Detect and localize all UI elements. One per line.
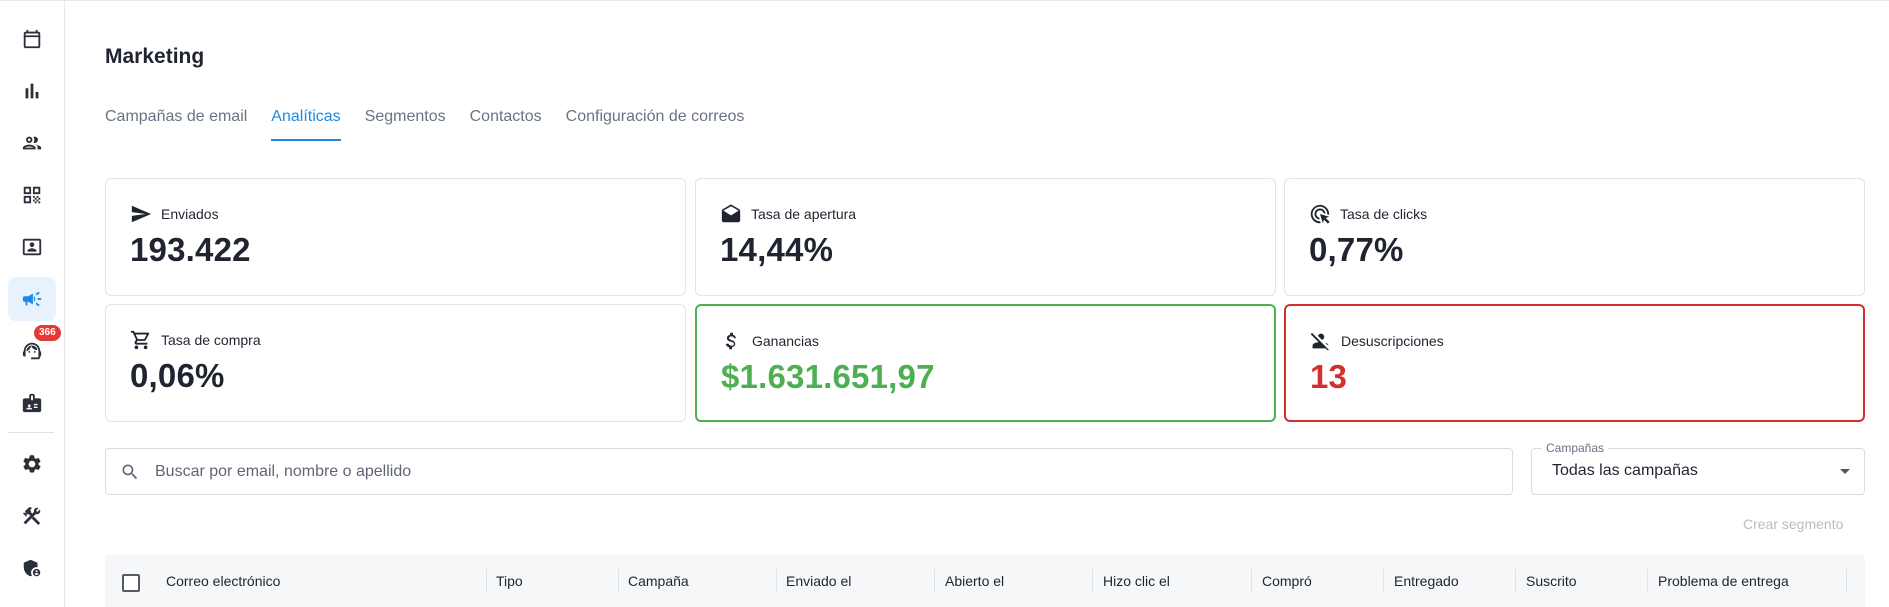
stat-value: 0,77% (1309, 231, 1404, 268)
column-divider (776, 569, 777, 593)
column-divider (1515, 569, 1516, 593)
campaign-select-value: Todas las campañas (1552, 462, 1698, 479)
bar-chart-icon (25, 83, 39, 99)
search-box (105, 448, 1513, 495)
tools-icon (22, 507, 41, 525)
stat-card-revenue: Ganancias $1.631.651,97 (695, 304, 1276, 422)
column-divider (1092, 569, 1093, 593)
stat-card-unsubscribes: Desuscripciones 13 (1284, 304, 1865, 422)
sidebar-item-admin[interactable] (8, 546, 56, 590)
tab-bar: Campañas de email Analíticas Segmentos C… (105, 105, 768, 141)
stat-value: 13 (1310, 358, 1348, 395)
stat-label: Tasa de compra (161, 332, 261, 348)
create-segment-button[interactable]: Crear segmento (1743, 516, 1843, 532)
column-divider (618, 569, 619, 593)
chevron-down-icon (1840, 469, 1850, 474)
column-divider (1647, 569, 1648, 593)
send-icon (131, 205, 152, 223)
ads-click-icon (1310, 204, 1330, 224)
column-header-email[interactable]: Correo electrónico (166, 573, 280, 589)
support-agent-icon (22, 342, 42, 360)
stat-card-open-rate: Tasa de apertura 14,44% (695, 178, 1276, 296)
campaign-select-label: Campañas (1542, 441, 1609, 455)
stat-value: 193.422 (130, 231, 251, 268)
sidebar-item-people[interactable] (8, 121, 56, 165)
column-header-opened-at[interactable]: Abierto el (945, 573, 1004, 589)
gear-icon (23, 455, 41, 473)
app-window: 366 Marketing Campañas de email Analític… (0, 0, 1889, 607)
column-header-sent-at[interactable]: Enviado el (786, 573, 851, 589)
column-header-subscribed[interactable]: Suscrito (1526, 573, 1577, 589)
search-input[interactable] (155, 449, 1495, 494)
column-divider (486, 569, 487, 593)
drafts-icon (721, 204, 741, 223)
tab-segments[interactable]: Segmentos (365, 105, 446, 141)
dollar-icon (725, 332, 736, 350)
sidebar-item-marketing[interactable] (8, 277, 56, 321)
stat-card-sent: Enviados 193.422 (105, 178, 686, 296)
column-divider (1251, 569, 1252, 593)
badge-icon (22, 393, 42, 413)
column-header-type[interactable]: Tipo (496, 573, 523, 589)
column-header-clicked-at[interactable]: Hizo clic el (1103, 573, 1170, 589)
contact-card-icon (22, 238, 42, 256)
main-content: Marketing Campañas de email Analíticas S… (105, 1, 1865, 607)
sidebar-item-contacts[interactable] (8, 225, 56, 269)
search-icon (122, 464, 138, 480)
stat-value: $1.631.651,97 (721, 358, 935, 395)
campaign-icon (22, 291, 42, 307)
people-icon (22, 136, 42, 150)
select-all-checkbox[interactable] (122, 574, 140, 592)
page-title: Marketing (105, 45, 205, 68)
column-divider (1846, 569, 1847, 593)
stat-value: 14,44% (720, 231, 834, 268)
sidebar-item-calendar[interactable] (8, 17, 56, 61)
sidebar-item-badge[interactable] (8, 381, 56, 425)
sidebar-item-analytics[interactable] (8, 69, 56, 113)
notification-badge: 366 (34, 325, 61, 341)
sidebar-item-settings[interactable] (8, 442, 56, 486)
column-divider (934, 569, 935, 593)
tab-campaigns[interactable]: Campañas de email (105, 105, 247, 141)
stat-value: 0,06% (130, 357, 225, 394)
column-header-delivery-issue[interactable]: Problema de entrega (1658, 573, 1789, 589)
stat-card-click-rate: Tasa de clicks 0,77% (1284, 178, 1865, 296)
qr-code-icon (23, 186, 41, 204)
stat-label: Desuscripciones (1341, 333, 1444, 349)
tab-analytics[interactable]: Analíticas (271, 105, 341, 141)
sidebar-item-support[interactable]: 366 (8, 325, 61, 373)
column-header-purchased[interactable]: Compró (1262, 573, 1312, 589)
stat-label: Tasa de apertura (751, 206, 857, 222)
column-header-campaign[interactable]: Campaña (628, 573, 689, 589)
sidebar: 366 (0, 1, 65, 607)
stat-label: Tasa de clicks (1340, 206, 1428, 222)
tab-contacts[interactable]: Contactos (470, 105, 542, 141)
person-off-icon (1310, 332, 1330, 351)
stat-label: Ganancias (752, 333, 819, 349)
calendar-icon (23, 29, 41, 49)
column-header-delivered[interactable]: Entregado (1394, 573, 1459, 589)
campaign-select[interactable]: Campañas Todas las campañas (1531, 441, 1865, 495)
sidebar-item-qr[interactable] (8, 173, 56, 217)
table-header: Correo electrónico Tipo Campaña Enviado … (105, 554, 1865, 607)
column-divider (1383, 569, 1384, 593)
sidebar-item-tools[interactable] (8, 494, 56, 538)
tab-email-settings[interactable]: Configuración de correos (566, 105, 745, 141)
admin-shield-icon (23, 559, 41, 577)
cart-icon (130, 330, 150, 350)
sidebar-divider (8, 432, 54, 433)
stat-label: Enviados (161, 206, 219, 222)
stat-card-purchase-rate: Tasa de compra 0,06% (105, 304, 686, 422)
